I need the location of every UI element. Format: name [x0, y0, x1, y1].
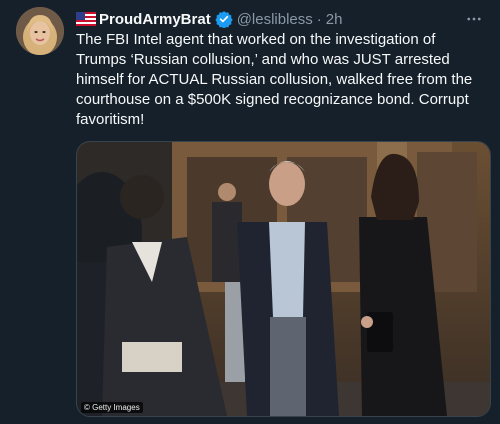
photo-credit: © Getty Images [81, 402, 143, 413]
timestamp[interactable]: 2h [326, 11, 343, 28]
more-options-icon[interactable] [462, 7, 486, 31]
us-flag-icon [76, 12, 96, 26]
tweet-text: The FBI Intel agent that worked on the i… [76, 31, 477, 128]
tweet-header: ProudArmyBrat @leslibless · 2h [76, 8, 488, 30]
tweet[interactable]: ProudArmyBrat @leslibless · 2h The FBI I… [0, 0, 500, 424]
avatar[interactable] [16, 7, 64, 55]
handle[interactable]: @leslibless [237, 11, 313, 28]
courthouse-photo [77, 142, 490, 416]
verified-badge-icon[interactable] [214, 10, 233, 28]
tweet-photo[interactable]: © Getty Images [76, 141, 491, 417]
separator-dot: · [316, 10, 322, 28]
display-name[interactable]: ProudArmyBrat [99, 11, 211, 28]
avatar-image [16, 7, 64, 55]
